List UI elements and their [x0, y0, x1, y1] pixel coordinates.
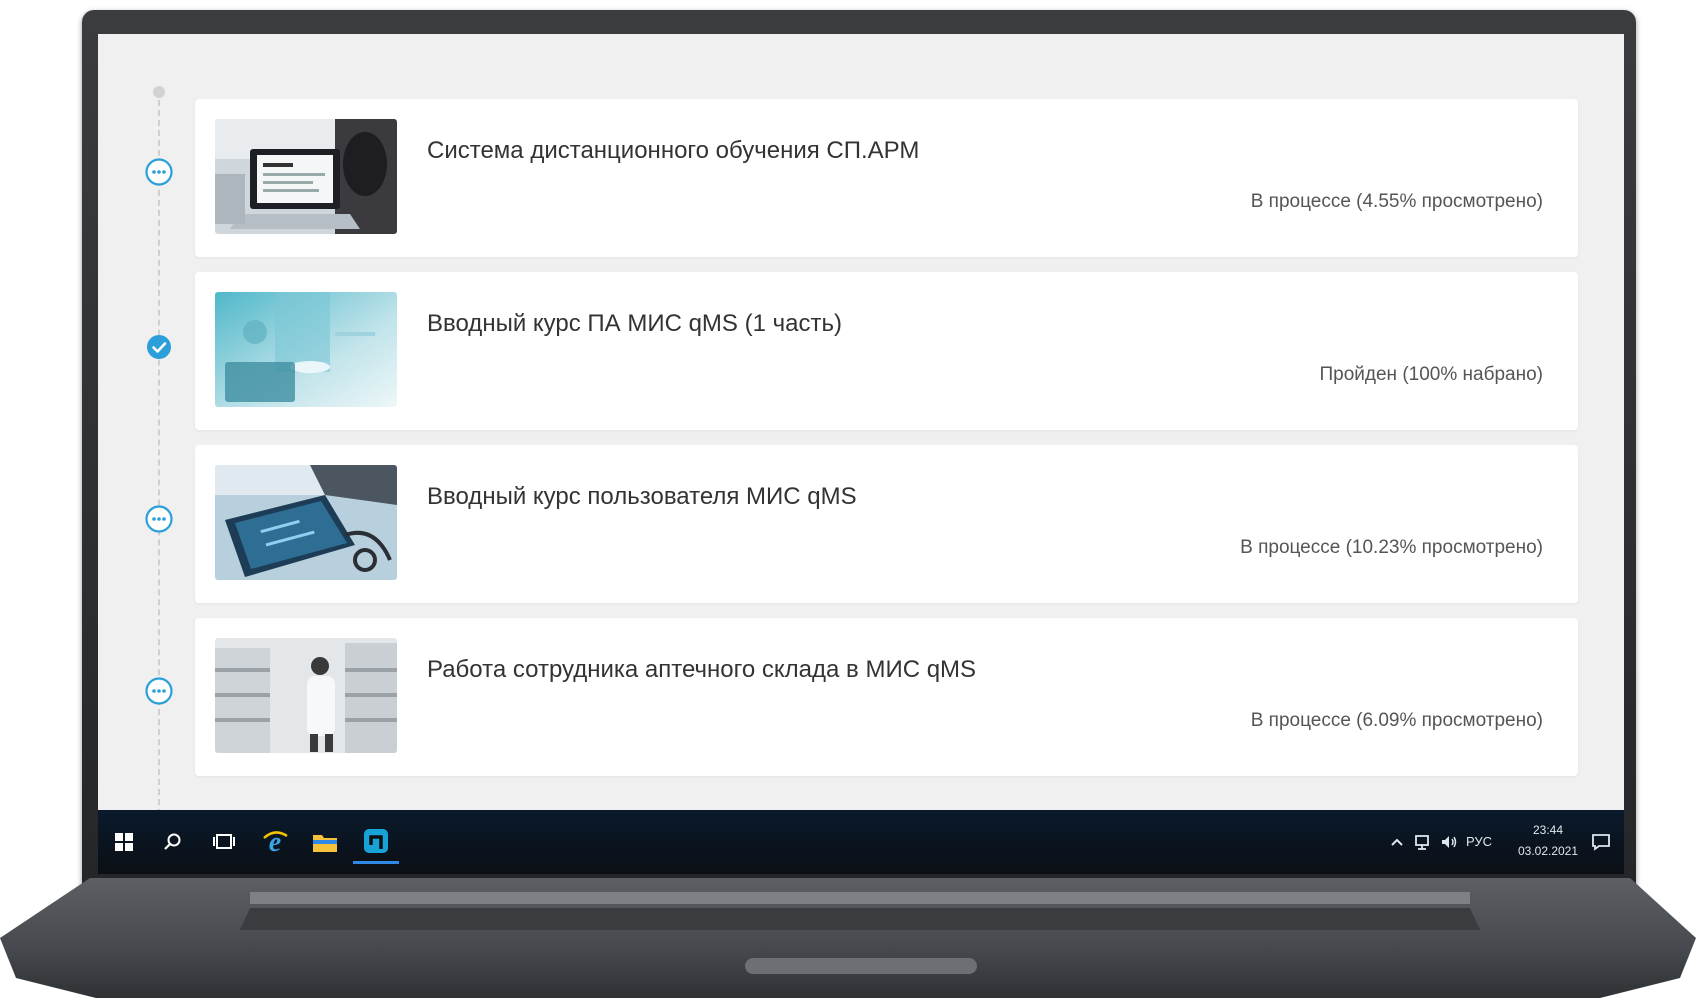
app-icon[interactable]	[353, 820, 399, 864]
windows-start-icon[interactable]	[101, 820, 147, 864]
notifications-icon[interactable]	[1586, 820, 1616, 864]
more-horizontal-circle-icon	[145, 677, 173, 705]
course-status: Пройден (100% набрано)	[1319, 364, 1544, 385]
task-view-icon[interactable]	[201, 820, 247, 864]
check-circle-icon	[147, 335, 171, 359]
course-title[interactable]: Вводный курс пользователя МИС qMS	[427, 483, 857, 511]
language-indicator[interactable]: РУС	[1466, 834, 1492, 849]
course-thumbnail	[215, 638, 397, 753]
more-horizontal-circle-icon	[145, 505, 173, 533]
course-status: В процессе (10.23% просмотрено)	[1240, 537, 1543, 558]
timeline-start-dot	[153, 86, 165, 98]
course-card[interactable]: Вводный курс пользователя МИС qMS В проц…	[195, 445, 1578, 603]
chevron-up-icon[interactable]	[1384, 820, 1410, 864]
laptop-base	[0, 878, 1696, 1001]
course-card[interactable]: Работа сотрудника аптечного склада в МИС…	[195, 618, 1578, 776]
clock-time[interactable]: 23:44	[1518, 823, 1578, 837]
course-status: В процессе (6.09% просмотрено)	[1250, 710, 1543, 731]
course-title[interactable]: Система дистанционного обучения СП.АРМ	[427, 137, 919, 165]
file-explorer-icon[interactable]	[302, 820, 348, 864]
search-icon[interactable]	[150, 820, 196, 864]
course-thumbnail	[215, 292, 397, 407]
volume-icon[interactable]	[1436, 820, 1462, 864]
course-card[interactable]: Вводный курс ПА МИС qMS (1 часть) Пройде…	[195, 272, 1578, 430]
windows-taskbar: e РУС 23:44 03.02.2021	[98, 810, 1624, 874]
clock-date[interactable]: 03.02.2021	[1503, 844, 1593, 858]
network-icon[interactable]	[1410, 820, 1436, 864]
course-status: В процессе (4.55% просмотрено)	[1250, 191, 1543, 212]
course-title[interactable]: Вводный курс ПА МИС qMS (1 часть)	[427, 310, 842, 338]
more-horizontal-circle-icon	[145, 158, 173, 186]
course-list-screen: Система дистанционного обучения СП.АРМ В…	[98, 34, 1624, 810]
course-thumbnail	[215, 465, 397, 580]
internet-explorer-icon[interactable]: e	[252, 820, 298, 864]
course-card[interactable]: Система дистанционного обучения СП.АРМ В…	[195, 99, 1578, 257]
course-thumbnail	[215, 119, 397, 234]
course-title[interactable]: Работа сотрудника аптечного склада в МИС…	[427, 656, 976, 684]
